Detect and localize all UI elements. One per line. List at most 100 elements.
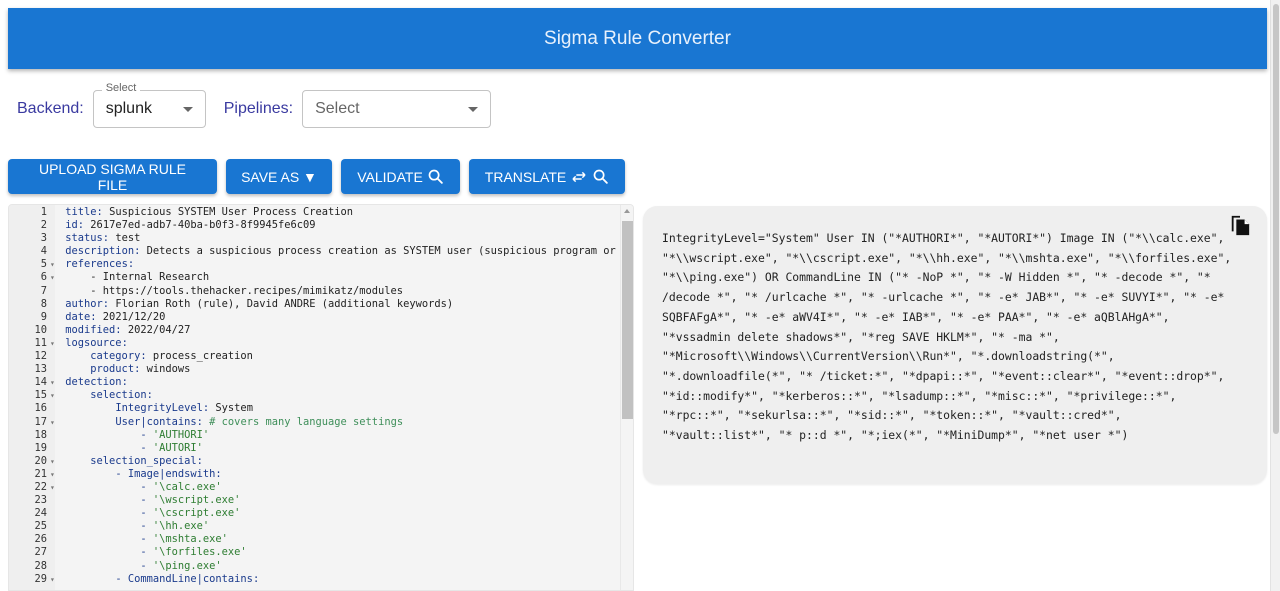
line-code: author: Florian Roth (rule), David ANDRE… [59, 298, 453, 311]
line-number: 14 [34, 376, 47, 389]
editor-line: 3 status: test [9, 232, 621, 245]
editor-scrollbar-thumb[interactable] [622, 221, 633, 419]
yaml-string: '\mshta.exe' [152, 533, 228, 546]
yaml-key: date: [65, 310, 97, 323]
translate-button-label: TRANSLATE [484, 168, 567, 185]
editor-line: 23 - '\wscript.exe' [9, 494, 621, 507]
line-code: description: Detects a suspicious proces… [59, 245, 621, 258]
translated-query-text: IntegrityLevel="System" User IN ("*AUTHO… [662, 231, 1239, 443]
editor-line: 17 ▾ User|contains: # covers many languag… [9, 416, 621, 429]
backend-select[interactable]: Select splunk [92, 82, 206, 128]
line-code: - 'AUTHORI' [59, 429, 209, 442]
line-code: - '\cscript.exe' [59, 507, 240, 520]
editor-line: 6 ▾ - Internal Research [9, 271, 621, 284]
editor-line: 10 modified: 2022/04/27 [9, 324, 621, 337]
page-scrollbar-thumb[interactable] [1273, 4, 1279, 434]
line-code: - https://tools.thehacker.recipes/mimika… [59, 285, 403, 298]
fold-toggle-icon[interactable]: ▾ [49, 481, 59, 494]
search-icon [593, 169, 609, 184]
yaml-value: System [209, 402, 253, 415]
app-title: Sigma Rule Converter [544, 27, 731, 49]
line-code: - 'AUTORI' [59, 442, 203, 455]
yaml-key: User|contains: [115, 415, 203, 428]
sigma-rule-editor[interactable]: 1 title: Suspicious SYSTEM User Process … [8, 204, 634, 591]
editor-line: 26 - '\mshta.exe' [9, 533, 621, 546]
translate-button[interactable]: TRANSLATE [469, 159, 625, 194]
fold-toggle-icon[interactable]: ▾ [49, 455, 59, 468]
fold-toggle-icon[interactable]: ▾ [49, 271, 59, 284]
pipelines-label: Pipelines: [223, 100, 294, 117]
yaml-key: category: [90, 350, 147, 363]
editor-line: 2 id: 2617e7ed-adb7-40ba-b0f3-8f9945fe6c… [9, 219, 621, 232]
fold-toggle-icon[interactable]: ▾ [49, 258, 59, 271]
editor-line: 5 ▾ references: [9, 258, 621, 271]
swap-arrows-icon [572, 171, 586, 182]
editor-line: 14 ▾ detection: [9, 376, 621, 389]
line-number: 9 [40, 310, 47, 323]
pipelines-select[interactable]: Select [302, 90, 492, 128]
backend-select-value: splunk [105, 100, 152, 117]
editor-line: 22 ▾ - '\calc.exe' [9, 481, 621, 494]
line-code: date: 2021/12/20 [59, 311, 165, 324]
fold-toggle-icon[interactable]: ▾ [49, 573, 59, 586]
yaml-string: '\forfiles.exe' [152, 546, 247, 559]
editor-line: 9 date: 2021/12/20 [9, 311, 621, 324]
validate-button-label: VALIDATE [357, 168, 423, 185]
fold-toggle-icon[interactable]: ▾ [49, 389, 59, 402]
editor-line: 19 - 'AUTORI' [9, 442, 621, 455]
yaml-value: test [109, 232, 141, 245]
editor-line: 8 author: Florian Roth (rule), David AND… [9, 298, 621, 311]
copy-icon[interactable] [1229, 213, 1251, 237]
line-number: 23 [34, 494, 47, 507]
pipelines-select-placeholder: Select [315, 100, 360, 117]
line-number: 6 [40, 271, 47, 284]
line-code: - '\ping.exe' [59, 560, 221, 573]
fold-toggle-icon[interactable]: ▾ [49, 376, 59, 389]
app-bar: Sigma Rule Converter [8, 8, 1267, 69]
backend-label: Backend: [17, 100, 84, 117]
editor-line: 29 ▾ - CommandLine|contains: [9, 573, 621, 586]
line-number: 26 [34, 533, 47, 546]
editor-line: 16 IntegrityLevel: System [9, 402, 621, 415]
line-number: 5 [40, 258, 47, 271]
fold-toggle-icon[interactable]: ▾ [49, 416, 59, 429]
yaml-key: logsource: [65, 336, 128, 349]
yaml-key: - Image|endswith: [115, 467, 222, 480]
list-dash: - [140, 441, 153, 454]
fold-toggle-icon[interactable]: ▾ [49, 337, 59, 350]
yaml-list-item: - Internal Research [90, 271, 210, 284]
save-as-button-label: SAVE AS ▼ [241, 168, 317, 185]
yaml-key: references: [65, 258, 135, 271]
translated-query-panel: IntegrityLevel="System" User IN ("*AUTHO… [643, 206, 1267, 484]
line-number: 3 [40, 232, 47, 245]
editor-scrollbar[interactable] [620, 205, 633, 590]
yaml-key: id: [65, 219, 85, 232]
yaml-string: 'AUTORI' [152, 441, 203, 454]
validate-button[interactable]: VALIDATE [341, 159, 460, 194]
editor-line: 25 - '\hh.exe' [9, 520, 621, 533]
yaml-value: windows [140, 363, 191, 376]
list-dash: - [140, 494, 153, 507]
page-scrollbar[interactable] [1270, 0, 1280, 591]
upload-sigma-rule-button[interactable]: UPLOAD SIGMA RULE FILE [8, 159, 217, 194]
save-as-button[interactable]: SAVE AS ▼ [226, 159, 332, 194]
line-code: title: Suspicious SYSTEM User Process Cr… [59, 206, 353, 219]
fold-toggle-icon[interactable]: ▾ [49, 468, 59, 481]
line-number: 25 [34, 520, 47, 533]
line-number: 28 [34, 559, 47, 572]
editor-line: 24 - '\cscript.exe' [9, 507, 621, 520]
line-code: - '\forfiles.exe' [59, 546, 247, 559]
line-number: 15 [34, 389, 47, 402]
list-dash: - [140, 507, 153, 520]
search-icon [428, 169, 443, 184]
yaml-value: Florian Roth (rule), David ANDRE (additi… [109, 297, 454, 310]
scroll-up-arrow-icon[interactable] [624, 209, 630, 213]
yaml-key: description: [65, 245, 141, 258]
